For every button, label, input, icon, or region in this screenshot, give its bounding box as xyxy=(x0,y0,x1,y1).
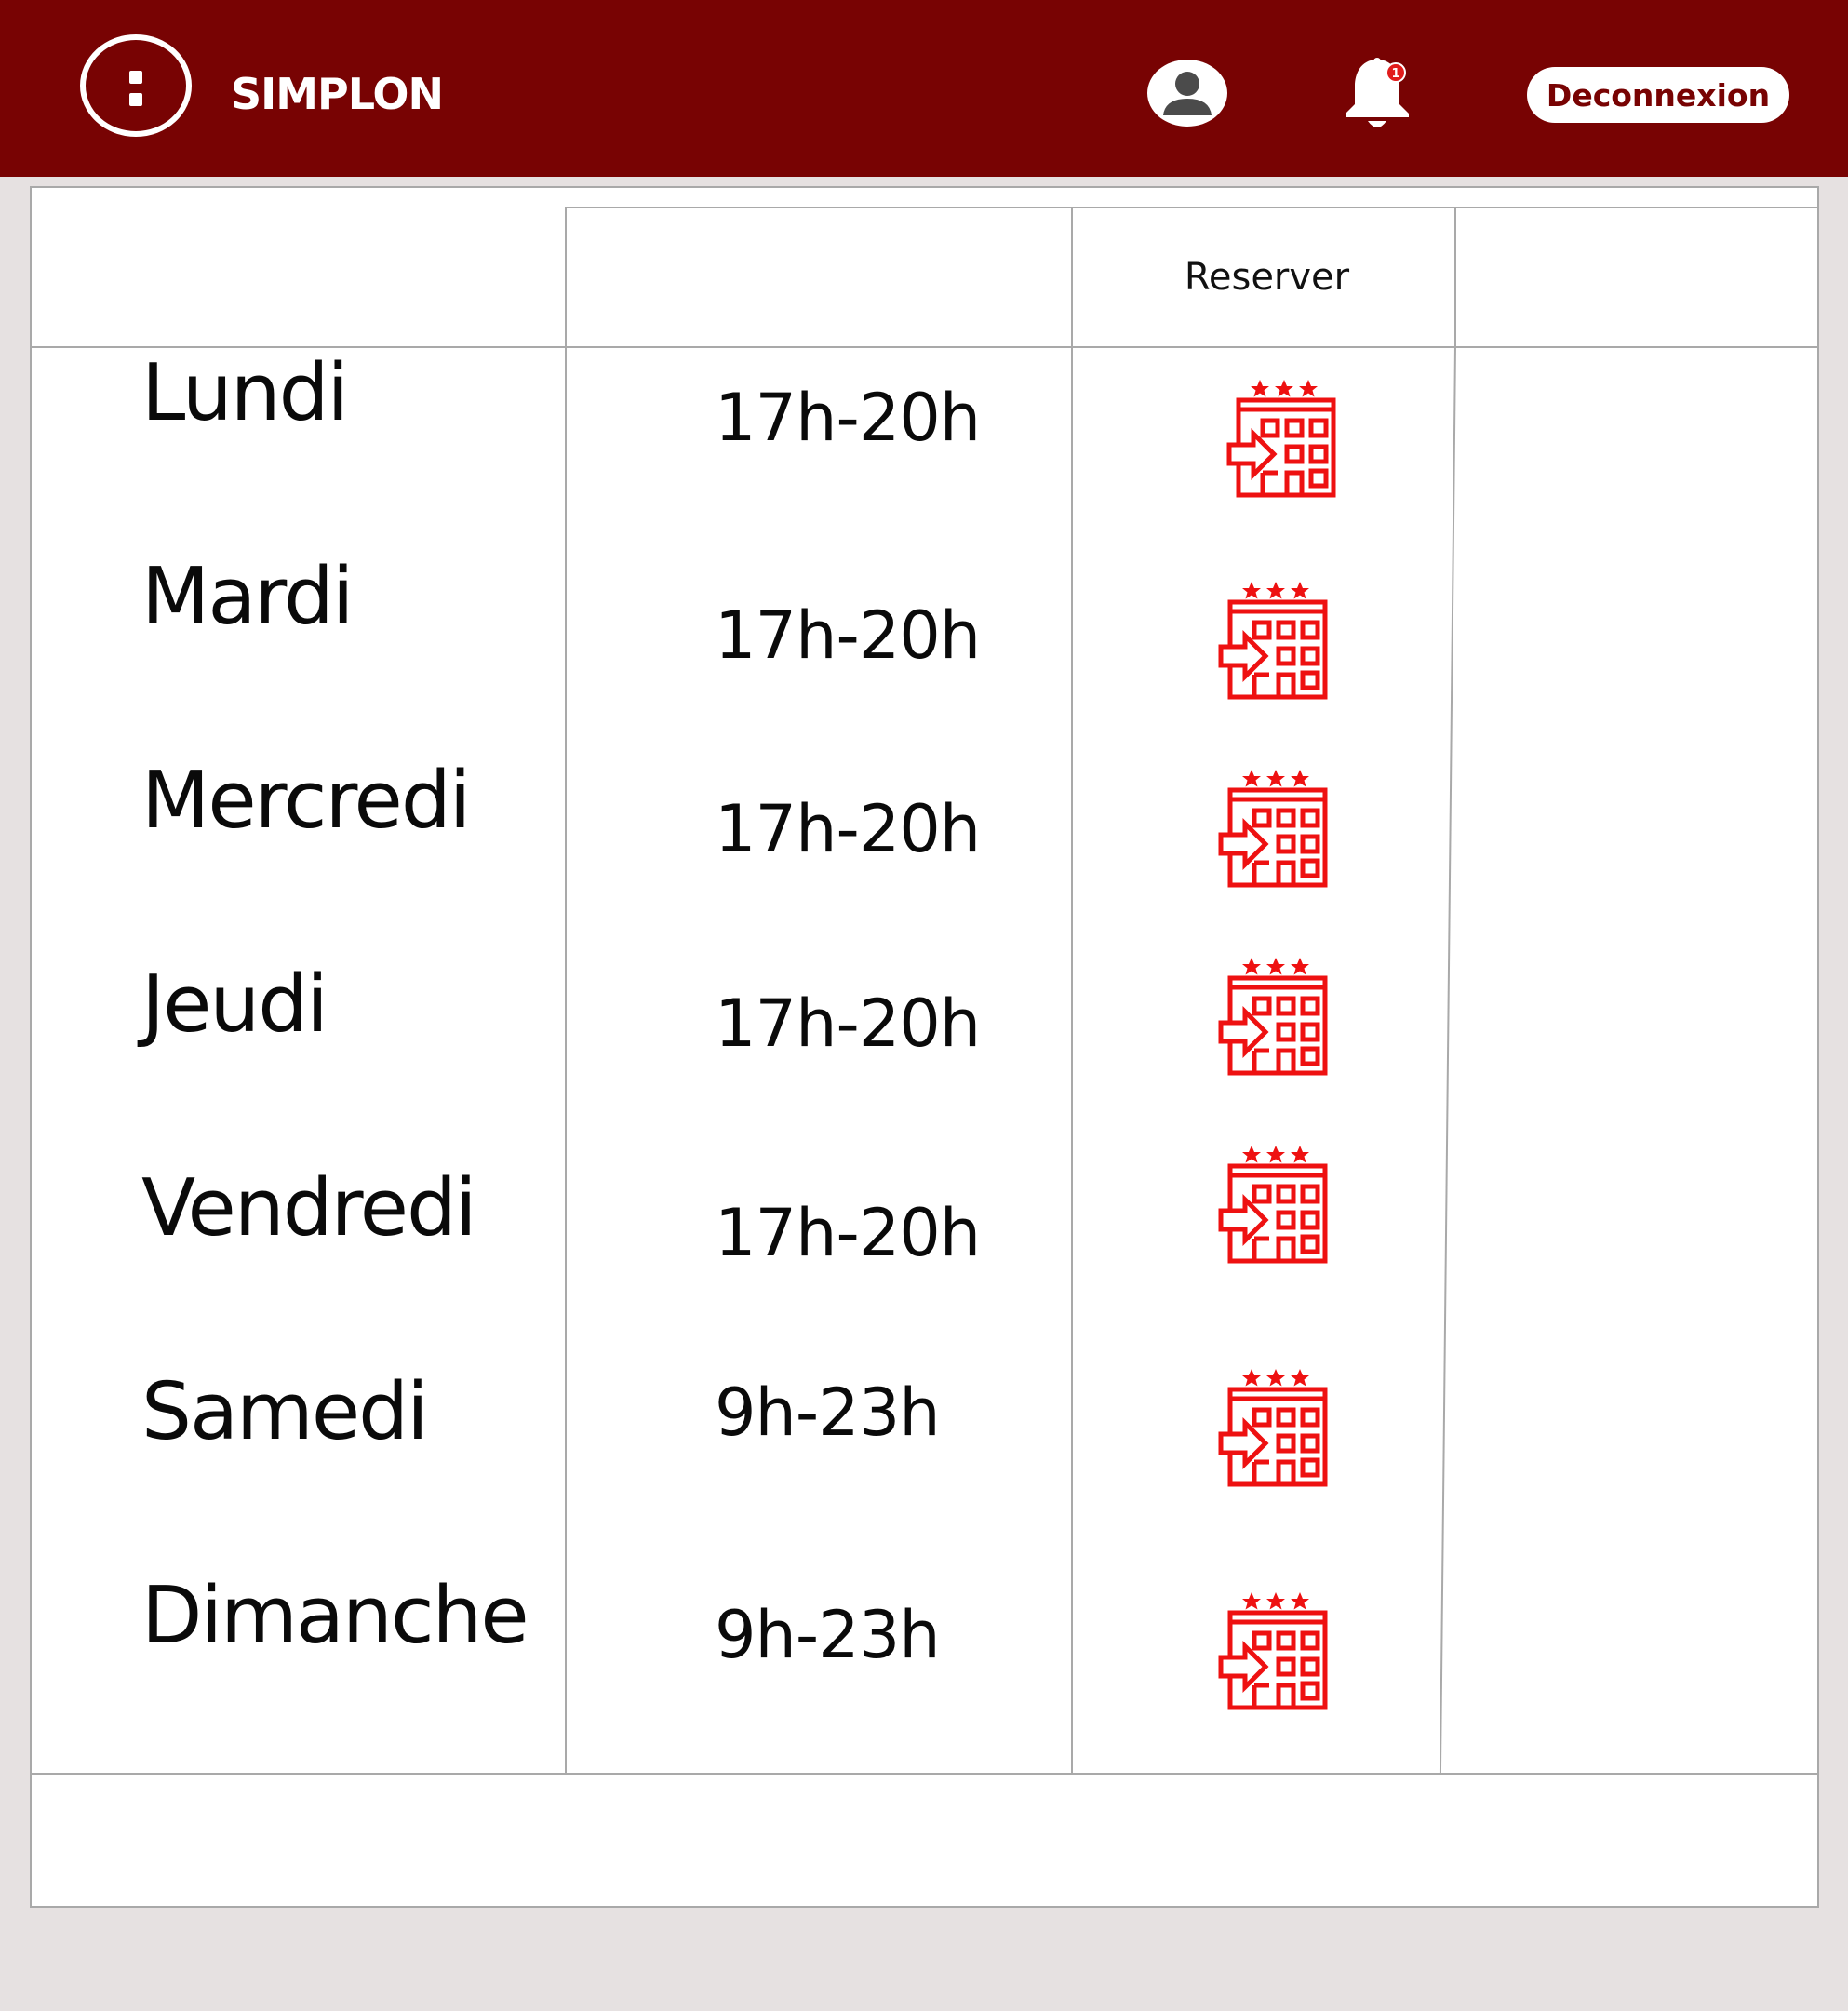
day-label: Jeudi xyxy=(141,959,328,1051)
notification-count-badge: 1 xyxy=(1391,67,1399,81)
day-label: Samedi xyxy=(141,1366,429,1458)
simplon-logo-icon[interactable] xyxy=(80,34,192,137)
hotel-checkin-icon xyxy=(1217,950,1334,1077)
reserve-button[interactable] xyxy=(1217,1138,1334,1265)
logout-button[interactable]: Deconnexion xyxy=(1527,67,1789,123)
hours-label: 17h-20h xyxy=(715,791,981,867)
day-label: Vendredi xyxy=(141,1162,477,1254)
column-divider xyxy=(1071,207,1073,1774)
hotel-checkin-icon xyxy=(1217,1138,1334,1265)
hours-label: 9h-23h xyxy=(715,1597,941,1673)
brand-name: SIMPLON xyxy=(231,69,444,119)
hotel-checkin-icon xyxy=(1217,1361,1334,1488)
hours-label: 17h-20h xyxy=(715,1195,981,1271)
reserve-button[interactable] xyxy=(1217,1361,1334,1488)
hotel-checkin-icon xyxy=(1225,372,1343,499)
logo-dot xyxy=(129,93,142,106)
header-top-border xyxy=(565,207,1819,208)
logo-dot xyxy=(129,71,142,84)
top-bar: SIMPLON 1 Deconnexion xyxy=(0,0,1848,177)
day-label: Mercredi xyxy=(141,755,471,847)
day-label: Dimanche xyxy=(141,1570,529,1662)
column-divider xyxy=(565,207,567,1774)
hours-label: 17h-20h xyxy=(715,380,981,456)
table-bottom-border xyxy=(30,1773,1819,1775)
reserve-button[interactable] xyxy=(1217,1585,1334,1711)
column-header-reserver: Reserver xyxy=(1184,256,1350,299)
day-label: Mardi xyxy=(141,551,354,643)
hotel-checkin-icon xyxy=(1217,1585,1334,1711)
reserve-button[interactable] xyxy=(1225,372,1343,499)
user-avatar-icon[interactable] xyxy=(1146,58,1228,128)
hours-label: 9h-23h xyxy=(715,1374,941,1451)
hotel-checkin-icon xyxy=(1217,574,1334,701)
hotel-checkin-icon xyxy=(1217,762,1334,889)
reserve-button[interactable] xyxy=(1217,574,1334,701)
notification-bell-icon[interactable]: 1 xyxy=(1340,54,1414,134)
reserve-button[interactable] xyxy=(1217,762,1334,889)
day-label: Lundi xyxy=(141,347,349,439)
reserve-button[interactable] xyxy=(1217,950,1334,1077)
hours-label: 17h-20h xyxy=(715,597,981,674)
hours-label: 17h-20h xyxy=(715,985,981,1062)
